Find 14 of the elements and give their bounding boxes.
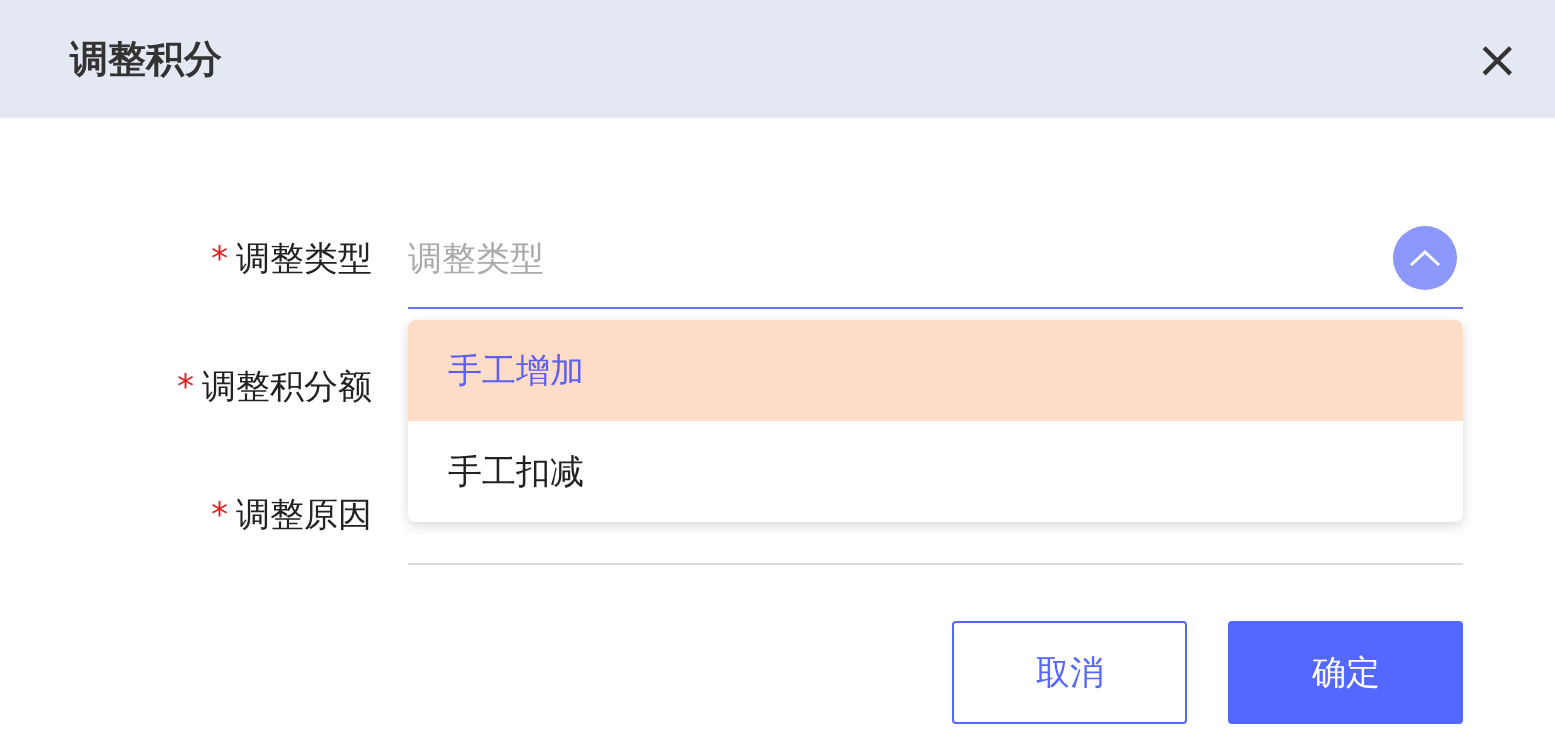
close-button[interactable]: × xyxy=(1475,33,1519,85)
field-label: 调整原因 xyxy=(236,493,372,534)
dialog-title: 调整积分 xyxy=(70,35,222,83)
chevron-up-icon xyxy=(1408,247,1442,268)
confirm-button[interactable]: 确定 xyxy=(1228,621,1463,724)
field-label: 调整积分额 xyxy=(202,365,372,406)
required-asterisk: * xyxy=(211,493,228,534)
cancel-button[interactable]: 取消 xyxy=(952,621,1187,724)
required-asterisk: * xyxy=(211,237,228,278)
field-label: 调整类型 xyxy=(236,237,372,278)
required-asterisk: * xyxy=(177,365,194,406)
select-field[interactable]: 调整类型 xyxy=(408,237,1308,278)
dropdown-option[interactable]: 手工增加 xyxy=(408,320,1463,421)
dropdown-option[interactable]: 手工扣减 xyxy=(408,421,1463,522)
